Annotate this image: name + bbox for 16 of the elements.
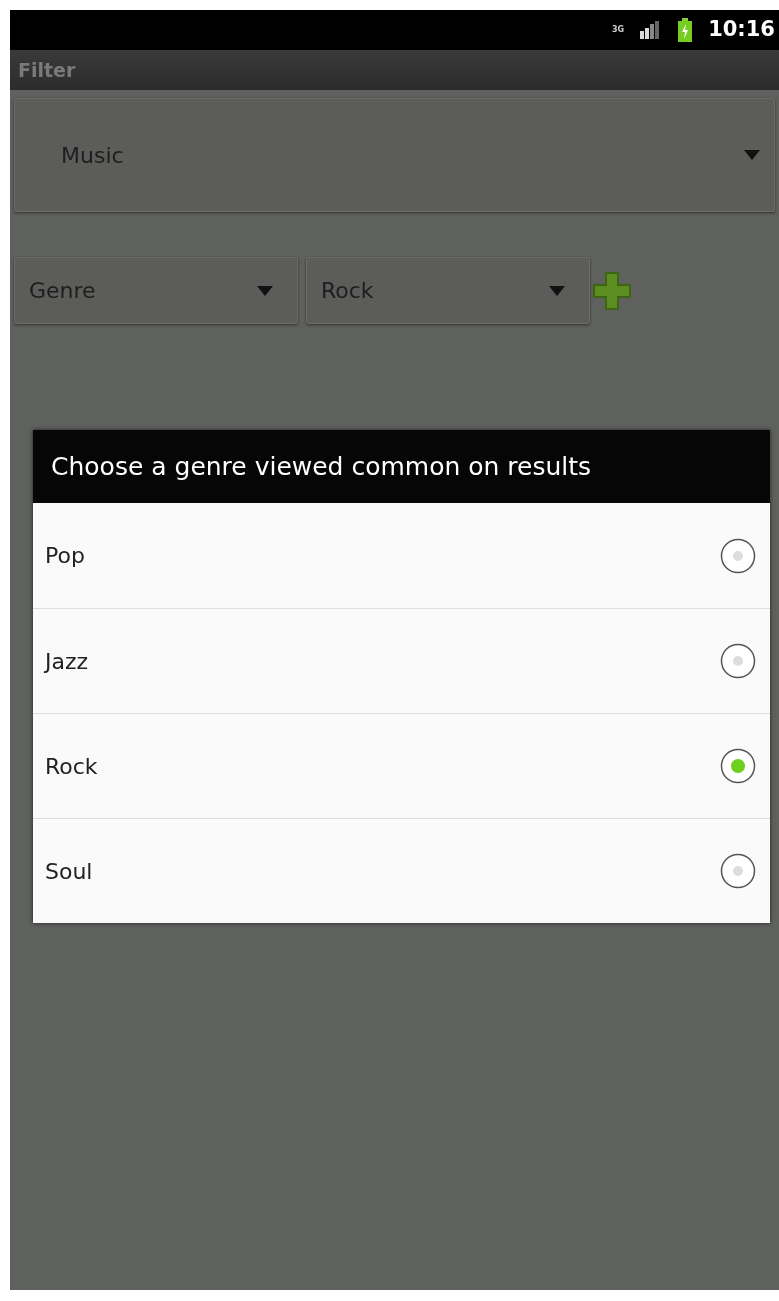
dropdown-caret-icon [549, 285, 565, 296]
genre-option[interactable]: Pop [33, 503, 770, 608]
radio-button[interactable] [720, 853, 756, 889]
network-type-label: 3G [612, 26, 625, 34]
screen-title: Filter [18, 57, 76, 83]
clock-time: 10:16 [708, 16, 775, 44]
radio-button[interactable] [720, 748, 756, 784]
dropdown-caret-icon [257, 285, 273, 296]
dialog-title: Choose a genre viewed common on results [33, 430, 770, 503]
radio-button[interactable] [720, 643, 756, 679]
genre-option[interactable]: Jazz [33, 608, 770, 713]
dropdown-caret-icon [744, 150, 760, 160]
battery-icon [678, 18, 693, 42]
genre-option[interactable]: Rock [33, 713, 770, 818]
genre-option[interactable]: Soul [33, 818, 770, 923]
radio-button[interactable] [720, 537, 756, 574]
